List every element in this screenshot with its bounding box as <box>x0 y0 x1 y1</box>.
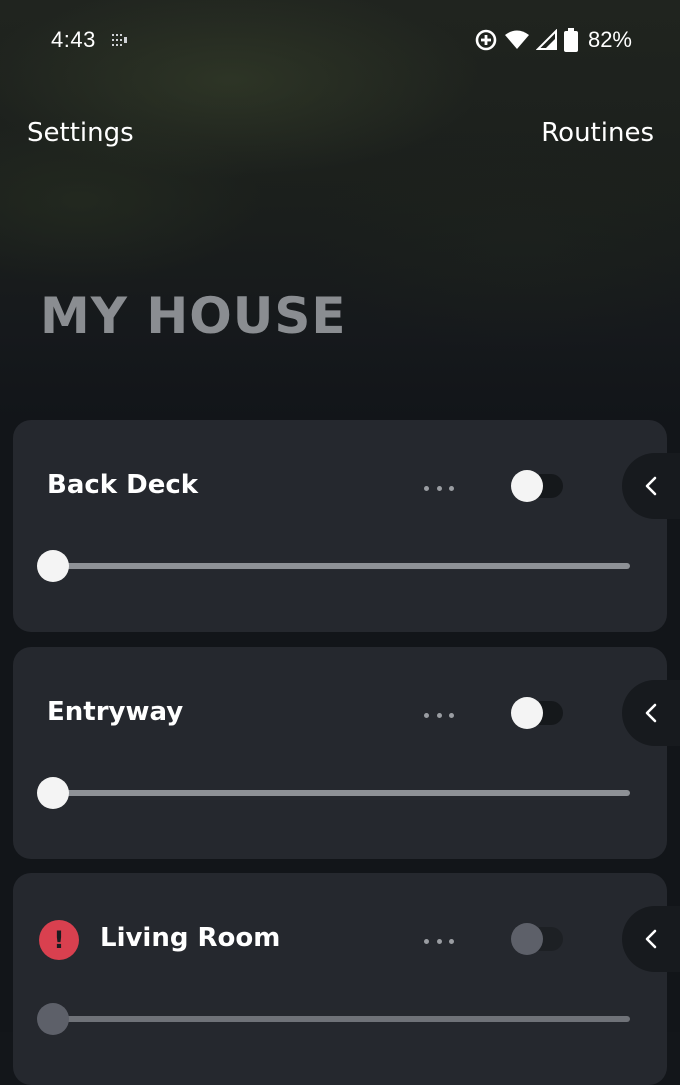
room-card-living-room: ! Living Room <box>13 873 680 1085</box>
wifi-icon <box>504 29 530 51</box>
chevron-left-icon <box>645 476 657 496</box>
alert-icon[interactable]: ! <box>39 920 79 960</box>
more-options-icon[interactable] <box>424 484 454 492</box>
slider-thumb[interactable] <box>37 1003 69 1035</box>
room-name: Entryway <box>47 697 184 727</box>
battery-icon <box>563 28 578 52</box>
room-card-back-deck: Back Deck <box>13 420 680 632</box>
power-toggle[interactable] <box>511 923 563 955</box>
data-saver-icon <box>474 28 498 52</box>
toggle-knob <box>511 923 543 955</box>
more-options-icon[interactable] <box>424 937 454 945</box>
expand-tab[interactable] <box>622 906 680 972</box>
status-bar: 4:43 82% <box>0 0 680 80</box>
expand-tab[interactable] <box>622 680 680 746</box>
brightness-slider[interactable] <box>37 550 633 582</box>
expand-tab[interactable] <box>622 453 680 519</box>
more-options-icon[interactable] <box>424 711 454 719</box>
status-time: 4:43 <box>51 27 96 52</box>
room-card-entryway: Entryway <box>13 647 680 859</box>
page-title: MY HOUSE <box>40 287 347 345</box>
slider-thumb[interactable] <box>37 777 69 809</box>
chevron-left-icon <box>645 703 657 723</box>
power-toggle[interactable] <box>511 697 563 729</box>
settings-link[interactable]: Settings <box>27 118 134 148</box>
cellular-signal-icon <box>535 29 558 51</box>
slider-track <box>47 1016 630 1022</box>
room-name: Living Room <box>100 923 281 953</box>
room-name: Back Deck <box>47 470 199 500</box>
routines-link[interactable]: Routines <box>541 118 654 148</box>
battery-percentage: 82% <box>587 27 632 52</box>
toggle-knob <box>511 470 543 502</box>
brightness-slider[interactable] <box>37 777 633 809</box>
toggle-knob <box>511 697 543 729</box>
slider-track <box>47 790 630 796</box>
notification-icon <box>110 31 130 49</box>
slider-thumb[interactable] <box>37 550 69 582</box>
chevron-left-icon <box>645 929 657 949</box>
slider-track <box>47 563 630 569</box>
power-toggle[interactable] <box>511 470 563 502</box>
brightness-slider[interactable] <box>37 1003 633 1035</box>
